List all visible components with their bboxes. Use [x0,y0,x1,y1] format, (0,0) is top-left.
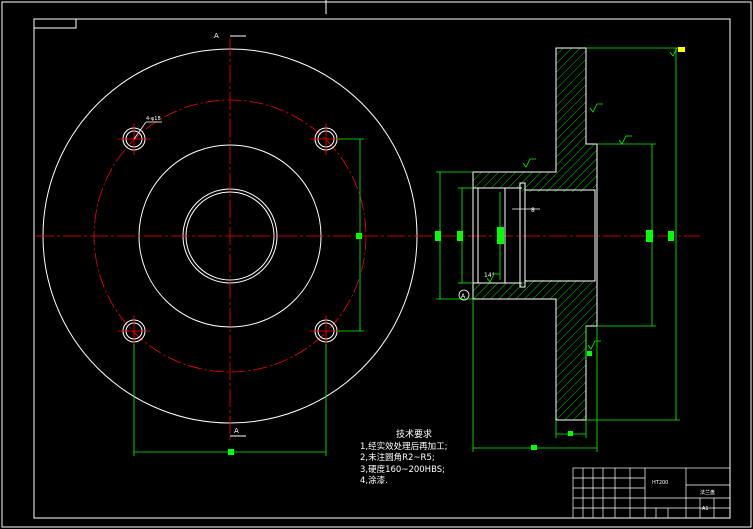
angle-note: 14° [484,272,495,279]
dim-marker [435,231,441,241]
dim-marker [497,227,504,244]
bolt-hole-tr [310,123,342,155]
hole-callout: 4-φ18 [146,116,161,122]
hatch-lower [473,280,597,420]
bore-recess [524,189,596,282]
tech-requirements-title: 技术要求 [396,430,433,440]
dim-marker [531,445,537,450]
material-label: HT200 [652,480,668,486]
bore-note: 8 [531,207,535,214]
part-name-label: 法兰盘 [700,489,715,496]
dim-marker [457,231,463,241]
tech-requirement-item: 1,经实效处理后再加工; [360,441,448,452]
dim-marker [668,231,674,241]
bore-step [519,182,526,288]
section-view: 8 14° A [435,47,685,452]
section-mark-bottom: A [234,427,239,435]
tech-requirement-item: 4,涂漆. [360,476,388,486]
front-dimensions [133,138,364,456]
corner-tag [33,18,77,29]
dim-marker [678,47,685,52]
tech-requirement-item: 2,未注圆角R2~R5; [360,453,435,463]
dim-marker [356,233,362,239]
tech-requirements: 技术要求 1,经实效处理后再加工; 2,未注圆角R2~R5; 3,硬度160~2… [360,430,447,488]
dim-marker [568,431,573,436]
dim-marker [228,449,234,455]
dim-marker [646,230,653,242]
section-mark-top: A [214,32,219,40]
front-view: A A 4-φ18 [36,32,700,456]
sheet-label: A1 [702,506,709,512]
dim-marker [587,351,592,356]
hatch-upper [473,48,597,192]
tech-requirement-item: 3,硬度160~200HBS; [360,464,446,475]
